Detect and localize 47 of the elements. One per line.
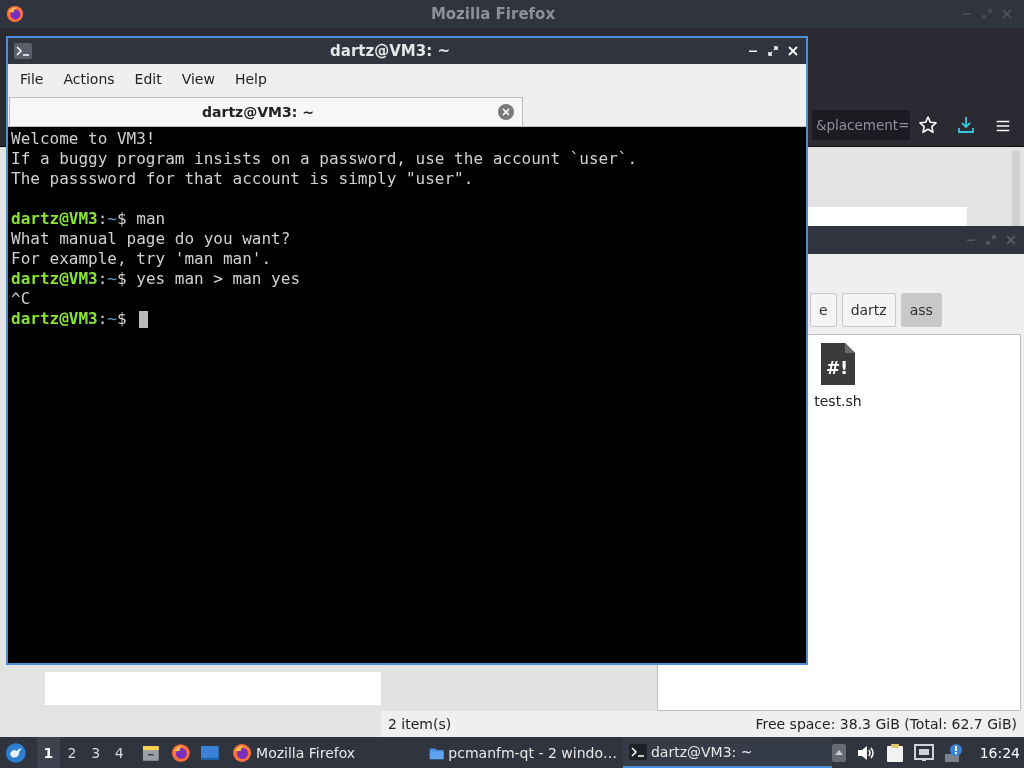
desktop-button[interactable]: 3 (83, 737, 108, 768)
file-name[interactable]: test.sh (814, 393, 862, 409)
path-button[interactable]: ass (900, 293, 942, 327)
terminal-line: Welcome to VM3! (11, 129, 156, 149)
menu-item[interactable]: Edit (126, 71, 170, 87)
path-button[interactable]: e (810, 293, 837, 327)
clipboard-icon[interactable] (885, 742, 904, 763)
firefox-icon[interactable] (170, 742, 191, 763)
desktop-button[interactable]: 4 (107, 737, 132, 768)
terminal-line: The passsword for that account is simply "user". (11, 169, 474, 189)
menu-item[interactable]: Help (226, 71, 275, 87)
star-icon[interactable] (918, 115, 938, 135)
terminal-icon (14, 43, 32, 59)
window-title: dartz@VM3: ~ (329, 42, 451, 60)
terminal-line: If a buggy program insists on a password, use the account `user`. (11, 149, 638, 169)
window-title: Mozilla Firefox (429, 5, 557, 23)
firefox-icon (232, 742, 253, 763)
desktop-button[interactable]: 2 (60, 737, 84, 768)
network-icon[interactable] (913, 743, 934, 762)
terminal-icon (629, 743, 647, 760)
status-text: 2 item(s) (388, 716, 452, 732)
terminal-tab[interactable]: dartz@VM3: ~ (9, 97, 523, 126)
terminal-line: For example, try 'man man'. (11, 249, 272, 269)
firefox-icon (6, 5, 24, 23)
notification-icon[interactable] (943, 742, 964, 763)
task-button[interactable]: Mozilla Firefox (226, 737, 423, 768)
clock: 16:24 (979, 744, 1021, 761)
path-button[interactable]: dartz (841, 293, 896, 327)
task-button[interactable]: pcmanfm-qt - 2 windo… (423, 737, 623, 768)
scrollbar[interactable] (1012, 151, 1020, 229)
start-menu-icon[interactable] (5, 741, 27, 764)
desktop-button[interactable]: 1 (36, 737, 61, 768)
prompt-line: dartz@VM3:~$ yes man > man yes (11, 269, 300, 289)
status-text: Free space: 38.3 GiB (Total: 62.7 GiB) (755, 716, 1017, 732)
close-tab-icon[interactable] (498, 104, 514, 120)
terminal-line: ^C (11, 289, 31, 309)
prompt-line: dartz@VM3:~$ man (11, 209, 166, 229)
terminal-line: What manual page do you want? (11, 229, 291, 249)
download-icon[interactable] (956, 115, 976, 135)
prompt-line: dartz@VM3:~$ (11, 309, 127, 329)
address-field[interactable]: &placement= (812, 110, 910, 140)
menu-item[interactable]: Actions (55, 71, 123, 87)
volume-icon[interactable] (855, 743, 876, 762)
script-file-icon[interactable]: #! (821, 343, 855, 385)
menu-item[interactable]: View (173, 71, 223, 87)
menu-item[interactable]: File (12, 71, 52, 87)
task-button[interactable]: dartz@VM3: ~ (623, 737, 832, 768)
